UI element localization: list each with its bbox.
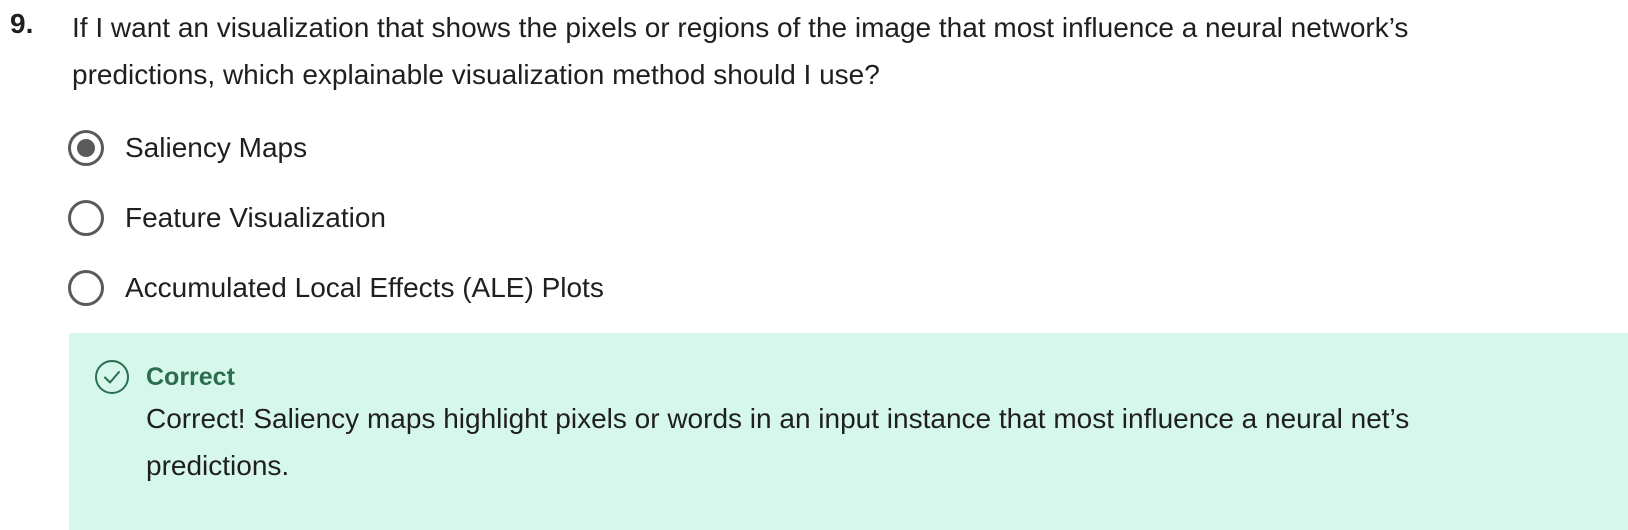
radio-button[interactable] <box>68 200 104 236</box>
check-circle-icon <box>94 359 130 395</box>
question-number: 9. <box>10 8 34 39</box>
feedback-panel: Correct Correct! Saliency maps highlight… <box>69 333 1628 530</box>
option-label: Accumulated Local Effects (ALE) Plots <box>125 272 604 303</box>
option-saliency-maps[interactable]: Saliency Maps <box>68 120 604 176</box>
option-label: Saliency Maps <box>125 132 308 163</box>
option-feature-visualization[interactable]: Feature Visualization <box>68 190 604 246</box>
radio-button-selected[interactable] <box>68 130 104 166</box>
feedback-message: Correct! Saliency maps highlight pixels … <box>146 403 1410 481</box>
option-ale-plots[interactable]: Accumulated Local Effects (ALE) Plots <box>68 260 604 316</box>
answer-options: Saliency Maps Feature Visualization Accu… <box>68 120 604 330</box>
feedback-status: Correct <box>146 363 235 391</box>
option-label: Feature Visualization <box>125 202 386 233</box>
question-text: If I want an visualization that shows th… <box>72 12 1409 90</box>
radio-button[interactable] <box>68 270 104 306</box>
radio-dot <box>77 139 95 157</box>
